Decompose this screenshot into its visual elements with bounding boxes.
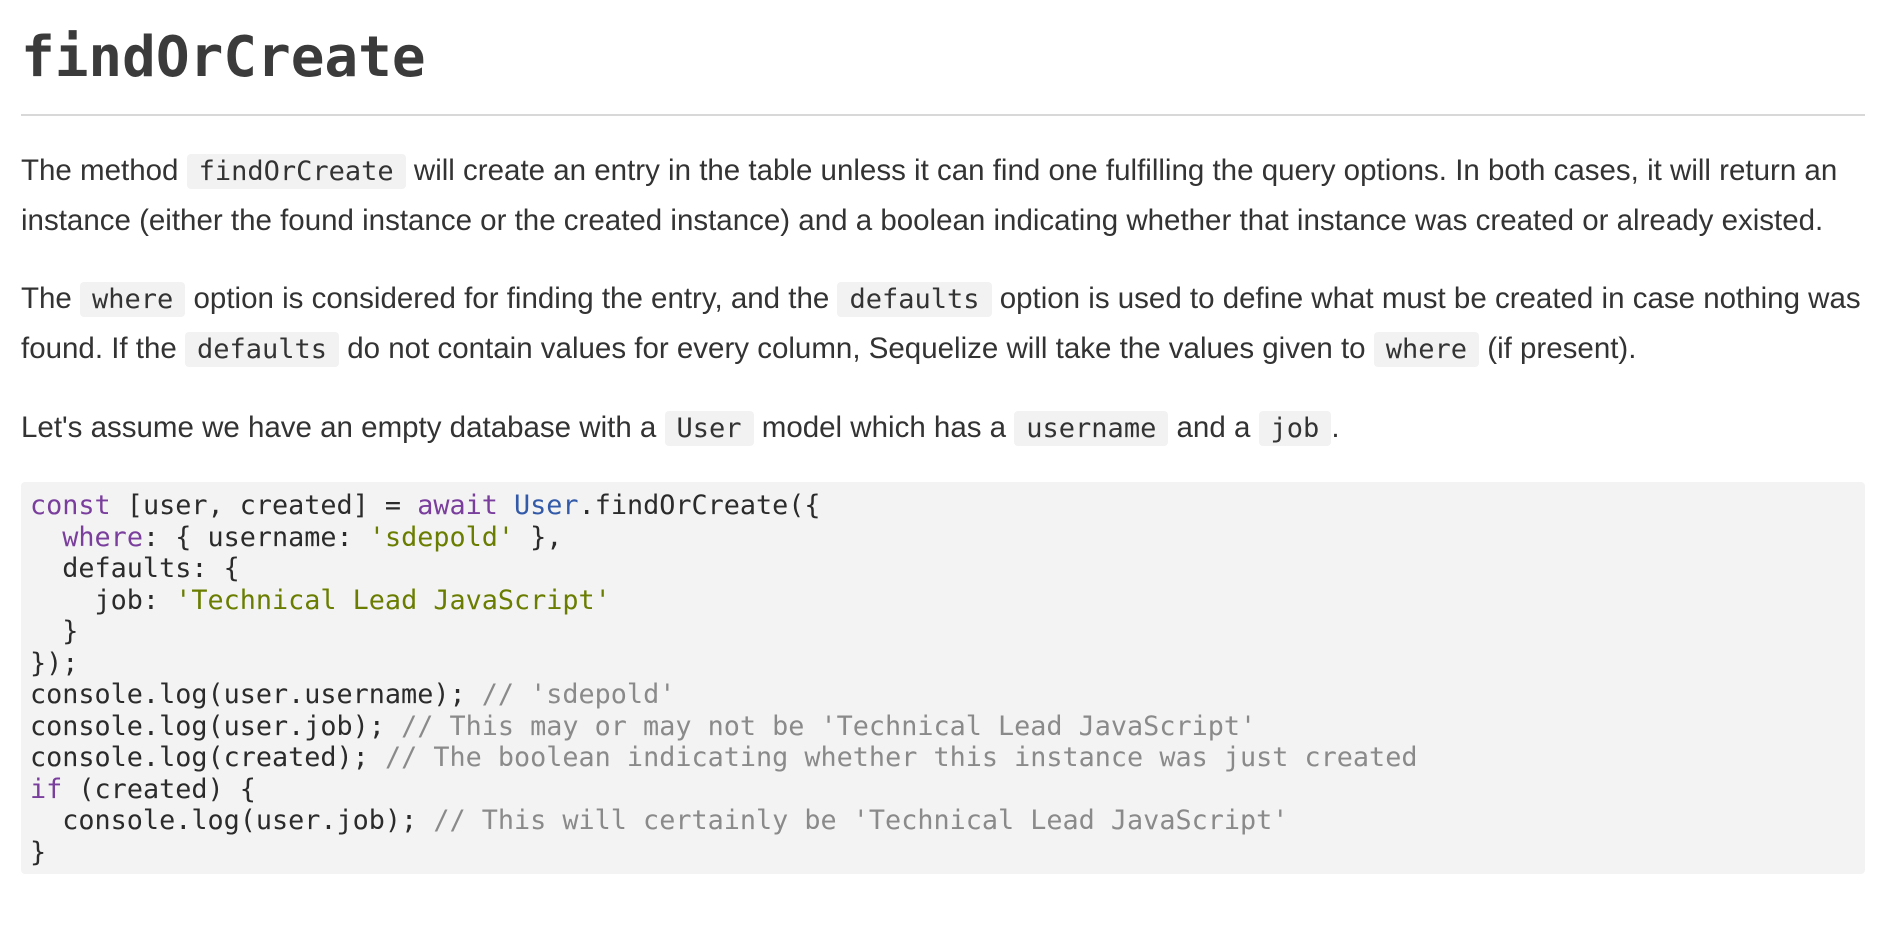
code-line-12: } [30,836,47,868]
code-line-1-space [498,490,514,521]
code-line-1-part-a: [user, created] = [110,490,418,521]
inline-code-defaults-2: defaults [185,332,340,367]
inline-code-where-2: where [1373,332,1480,367]
code-line-11-part-a: console.log(user.job); [30,805,434,836]
string-job: 'Technical Lead JavaScript' [175,584,611,616]
code-line-3: defaults: { [30,553,240,584]
code-line-4-part-a: job: [30,584,176,616]
keyword-where: where [62,521,143,553]
code-line-9-part-a: console.log(created); [30,742,385,773]
code-line-9: console.log(created); // The boolean ind… [30,742,1856,774]
assume-text-2: model which has a [753,411,1015,444]
comment-sdepold: // 'sdepold' [481,679,676,710]
code-line-4: job: 'Technical Lead JavaScript' [30,585,1856,617]
options-text-2: option is considered for finding the ent… [185,282,838,315]
inline-code-findorcreate: findOrCreate [186,154,406,189]
page-title: findOrCreate [21,25,426,90]
title-divider [21,114,1865,116]
code-line-6: }); [30,647,79,679]
options-text-4: do not contain values for every column, … [339,332,1374,365]
options-text-1: The [21,282,81,315]
code-line-2-part-b: }, [514,521,563,553]
code-line-2: where: { username: 'sdepold' }, [30,522,1856,554]
code-line-8: console.log(user.job); // This may or ma… [30,711,1856,743]
code-line-8-part-a: console.log(user.job); [30,710,402,742]
code-block[interactable]: const [user, created] = await User.findO… [21,482,1865,874]
code-line-1-part-b: .findOrCreate({ [578,490,821,521]
doc-content: findOrCreate The method findOrCreate wil… [21,0,1865,874]
code-line-7-part-a: console.log(user.username); [30,679,482,710]
code-line-10: if (created) { [30,774,1856,806]
inline-code-username: username [1014,411,1169,446]
assume-paragraph: Let's assume we have an empty database w… [21,403,1865,453]
class-user: User [514,490,579,521]
string-sdepold: 'sdepold' [368,521,515,553]
inline-code-defaults: defaults [837,282,992,317]
keyword-if: if [30,773,63,805]
assume-text-3: and a [1168,411,1259,444]
assume-text-1: Let's assume we have an empty database w… [21,411,665,444]
code-line-10-part-a: (created) { [62,773,256,805]
inline-code-where: where [80,282,186,317]
options-paragraph: The where option is considered for findi… [21,274,1865,374]
code-line-2-part-a: : { username: [142,521,369,553]
code-line-7: console.log(user.username); // 'sdepold' [30,679,1856,711]
code-line-1: const [user, created] = await User.findO… [30,490,1856,522]
keyword-await: await [417,490,498,521]
comment-certainly: // This will certainly be 'Technical Lea… [433,805,1289,836]
code-line-5: } [30,616,79,647]
comment-boolean: // The boolean indicating whether this i… [384,742,1418,773]
options-text-5: (if present). [1479,332,1637,365]
code-line-2-indent [30,522,62,553]
code-line-11: console.log(user.job); // This will cert… [30,805,1856,837]
inline-code-user: User [664,411,754,446]
inline-code-job: job [1258,411,1332,446]
intro-text-1: The method [21,154,187,187]
assume-text-4: . [1331,411,1340,444]
keyword-const: const [30,490,111,521]
intro-paragraph: The method findOrCreate will create an e… [21,146,1865,245]
comment-may-or-may-not: // This may or may not be 'Technical Lea… [401,710,1257,742]
